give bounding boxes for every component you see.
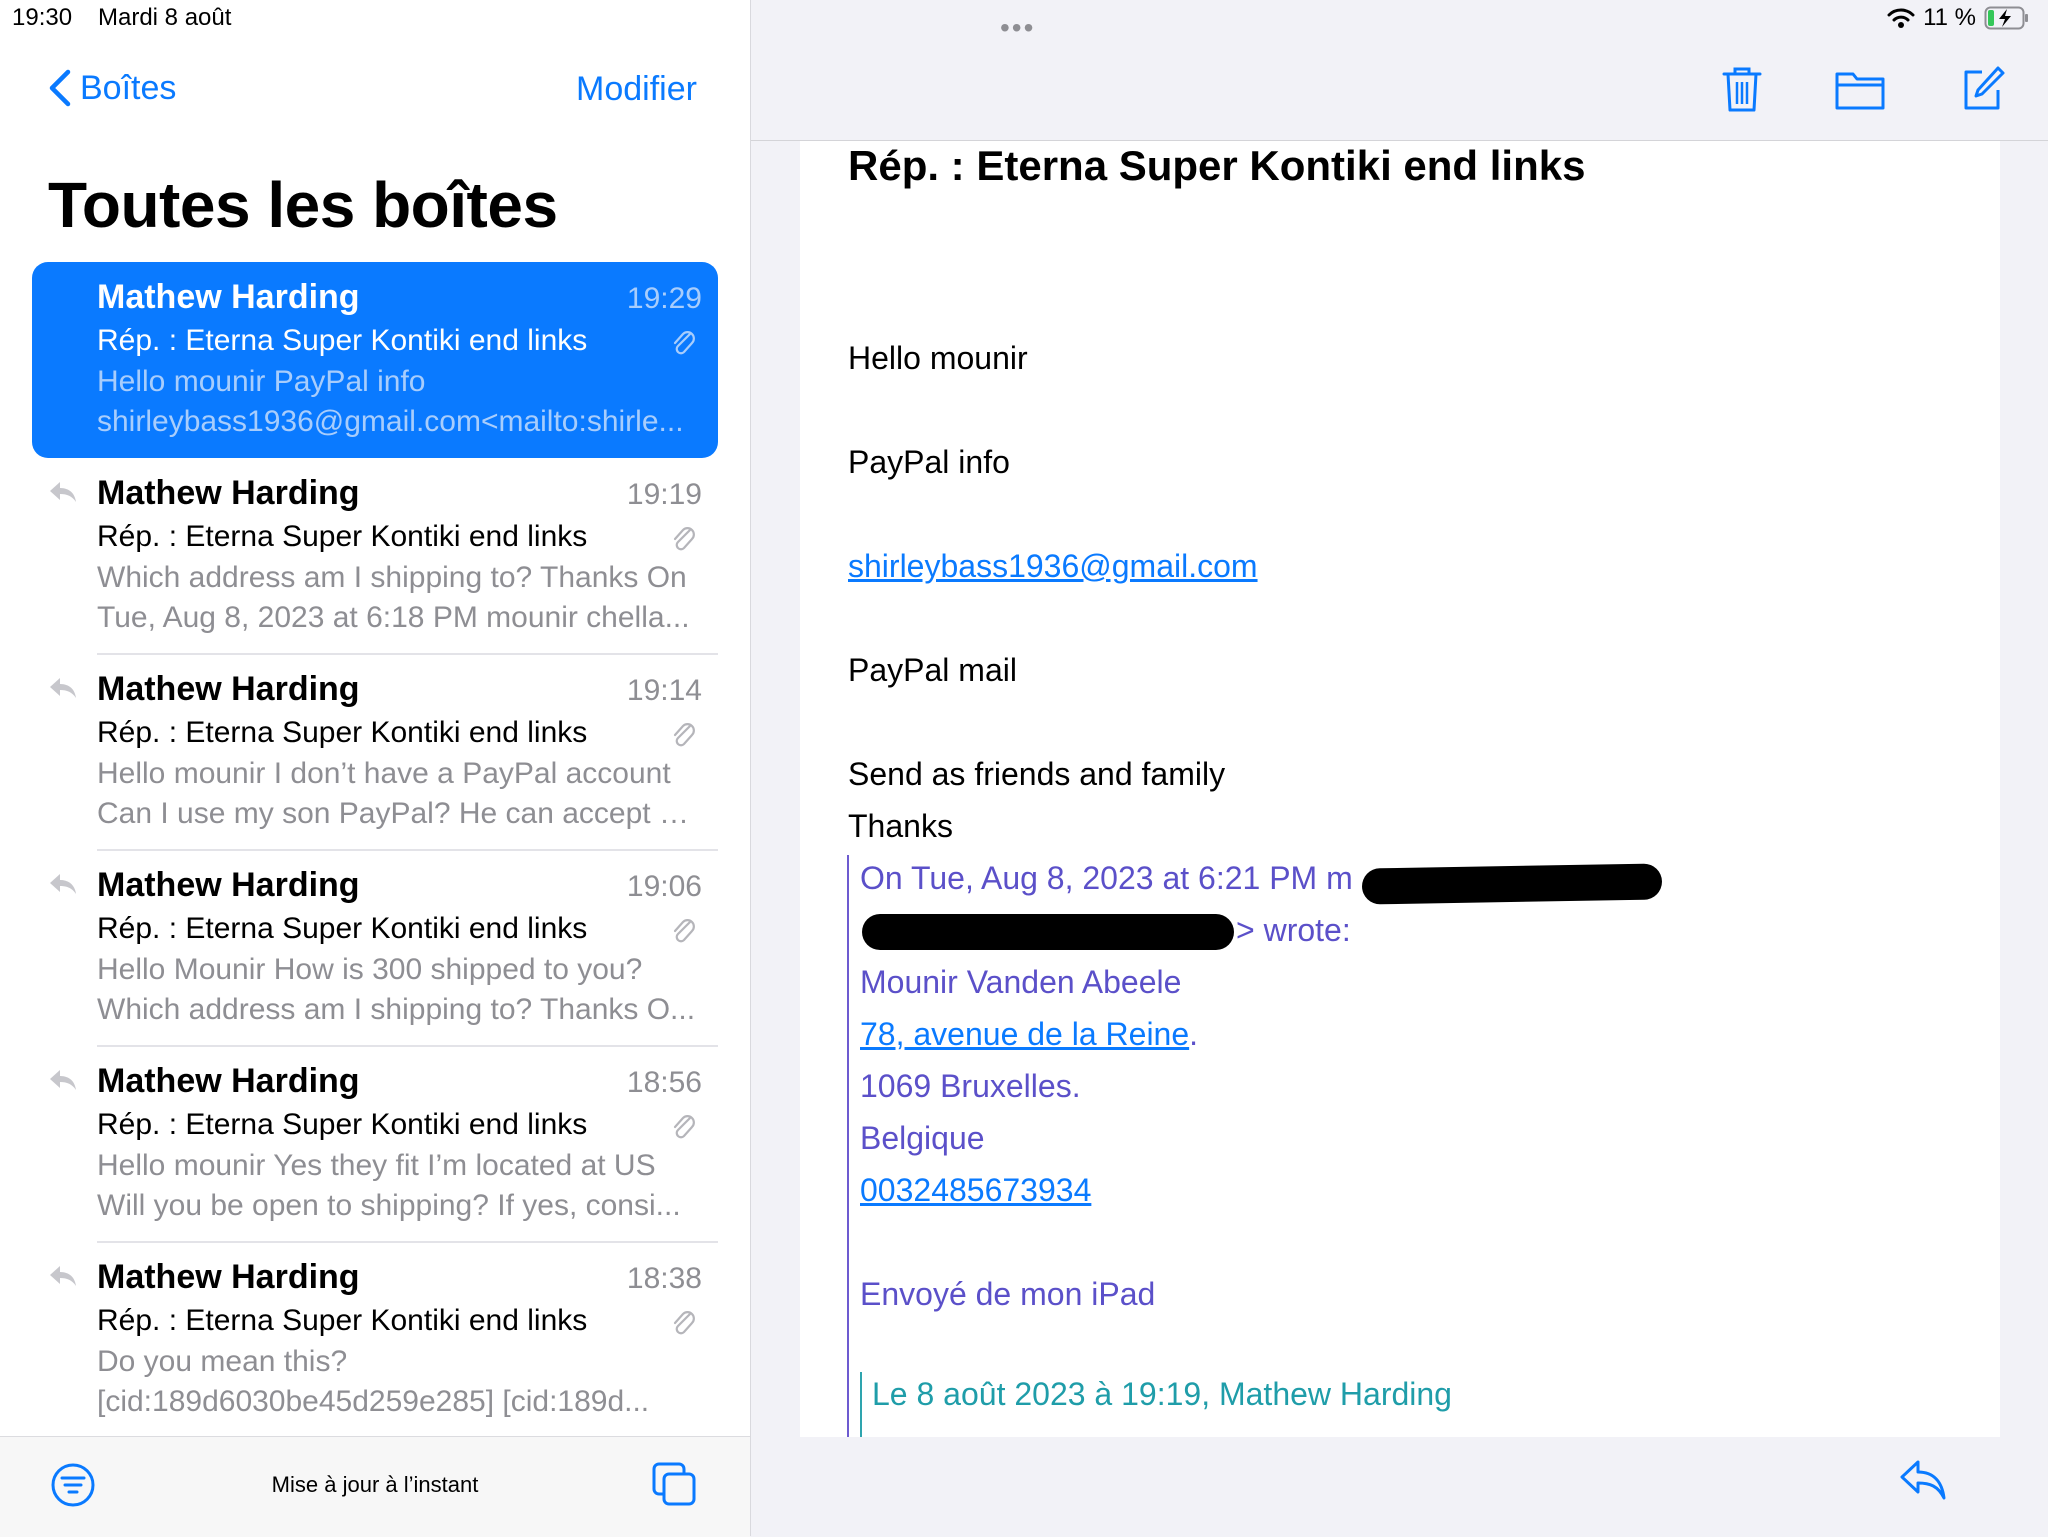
message-preview: Hello Mounir How is 300 shipped to you? … (97, 953, 696, 1026)
replied-icon (50, 482, 76, 502)
message-list-item[interactable]: Mathew Harding 19:14 Rép. : Eterna Super… (32, 654, 718, 850)
message-sender: Mathew Harding (97, 1062, 360, 1100)
quote-header: On Tue, Aug 8, 2023 at 6:21 PM m (860, 860, 1353, 896)
edit-button[interactable]: Modifier (576, 70, 697, 109)
message-preview: Do you mean this? [cid:189d6030be45d259e… (97, 1345, 650, 1418)
update-status: Mise à jour à l’instant (271, 1472, 479, 1497)
reply-icon[interactable] (1898, 1458, 1948, 1502)
message-list-item[interactable]: Mathew Harding 19:06 Rép. : Eterna Super… (32, 850, 718, 1046)
redaction-mark (862, 914, 1234, 950)
message-time: 19:06 (626, 870, 702, 903)
message-time: 19:14 (626, 674, 702, 707)
back-to-mailboxes-button[interactable]: Boîtes (48, 68, 176, 108)
battery-charging-icon (1984, 6, 2028, 30)
status-date: Mardi 8 août (98, 4, 232, 31)
chevron-left-icon (49, 69, 71, 107)
message-subject: Rép. : Eterna Super Kontiki end links (97, 520, 588, 553)
message-list-item[interactable]: Mathew Harding 19:29 Rép. : Eterna Super… (32, 262, 718, 458)
quote-header-end: > wrote: (1236, 912, 1351, 948)
paperclip-icon (673, 1311, 695, 1335)
paperclip-icon (673, 919, 695, 943)
email-address-link[interactable]: shirleybass1936@gmail.com (848, 548, 1258, 585)
quote-signature: Envoyé de mon iPad (860, 1276, 1156, 1312)
replied-icon (50, 678, 76, 698)
phone-link[interactable]: 0032485673934 (860, 1172, 1091, 1209)
message-subject: Rép. : Eterna Super Kontiki end links (97, 1108, 588, 1141)
email-subject: Rép. : Eterna Super Kontiki end links (848, 142, 1586, 189)
email-line: Thanks (848, 808, 953, 844)
email-line: PayPal mail (848, 652, 1017, 688)
email-line: PayPal info (848, 444, 1010, 480)
message-subject: Rép. : Eterna Super Kontiki end links (97, 324, 588, 357)
email-greeting: Hello mounir (848, 340, 1028, 376)
message-time: 18:38 (626, 1262, 702, 1295)
message-subject: Rép. : Eterna Super Kontiki end links (97, 1304, 588, 1337)
message-time: 19:19 (626, 478, 702, 511)
multitasking-dots[interactable]: ••• (1000, 12, 1035, 44)
message-subject: Rép. : Eterna Super Kontiki end links (97, 912, 588, 945)
paperclip-icon (673, 527, 695, 551)
email-line: Send as friends and family (848, 756, 1226, 792)
status-indicators: 11 % (1887, 4, 2030, 32)
windows-icon[interactable] (650, 1460, 698, 1508)
quote-city: 1069 Bruxelles. (860, 1068, 1081, 1104)
wifi-icon (1887, 8, 1915, 28)
trash-icon[interactable] (1718, 64, 1766, 114)
message-preview: Hello mounir Yes they fit I’m located at… (97, 1149, 681, 1222)
replied-icon (50, 1266, 76, 1286)
message-preview: Hello mounir I don’t have a PayPal accou… (97, 757, 697, 830)
message-sender: Mathew Harding (97, 1258, 360, 1296)
quote-name: Mounir Vanden Abeele (860, 964, 1182, 1000)
quote-bar-nested (860, 1372, 862, 1437)
message-sender: Mathew Harding (97, 278, 360, 316)
reply-toolbar (800, 1437, 2000, 1536)
quote-country: Belgique (860, 1120, 985, 1156)
page-title: Toutes les boîtes (48, 169, 558, 241)
quote-header-nested: Le 8 août 2023 à 19:19, Mathew Harding (872, 1376, 1452, 1412)
quote-address: 78, avenue de la Reine. (860, 1016, 1199, 1052)
back-button-label: Boîtes (80, 68, 177, 107)
status-time: 19:30 (12, 4, 73, 31)
message-time: 19:29 (626, 282, 702, 315)
message-list-item[interactable]: Mathew Harding 19:19 Rép. : Eterna Super… (32, 458, 718, 654)
replied-icon (50, 874, 76, 894)
paperclip-icon (673, 723, 695, 747)
message-sender: Mathew Harding (97, 670, 360, 708)
folder-icon[interactable] (1834, 64, 1886, 114)
street-link[interactable]: 78, avenue de la Reine (860, 1016, 1189, 1052)
message-preview: Hello mounir PayPal info shirleybass1936… (97, 365, 684, 438)
message-sender: Mathew Harding (97, 474, 360, 512)
mailbox-list-pane: 19:30 Mardi 8 août Boîtes Modifier Toute… (0, 0, 751, 1537)
paperclip-icon (673, 1115, 695, 1139)
quote-bar (847, 855, 849, 1437)
message-sender: Mathew Harding (97, 866, 360, 904)
message-list-item[interactable]: Mathew Harding 18:56 Rép. : Eterna Super… (32, 1046, 718, 1242)
message-time: 18:56 (626, 1066, 702, 1099)
replied-icon (50, 1070, 76, 1090)
compose-icon[interactable] (1958, 64, 2006, 114)
redaction-mark (1361, 863, 1663, 905)
message-preview: Which address am I shipping to? Thanks O… (97, 561, 690, 634)
message-subject: Rép. : Eterna Super Kontiki end links (97, 716, 588, 749)
message-list-item[interactable]: Mathew Harding 18:38 Rép. : Eterna Super… (32, 1242, 718, 1438)
battery-percent: 11 % (1923, 4, 1976, 31)
paperclip-icon (673, 331, 695, 355)
